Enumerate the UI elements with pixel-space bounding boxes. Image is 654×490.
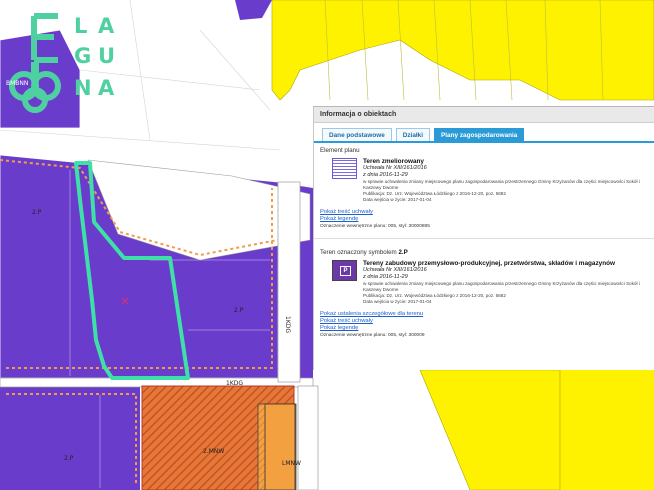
- service-label: LMNW: [282, 460, 301, 467]
- logo-letter-u: U: [98, 44, 116, 68]
- link-show-resolution-1[interactable]: Pokaż treść uchwały: [320, 209, 648, 216]
- swatch-letter: P: [340, 266, 351, 276]
- link-show-resolution-2[interactable]: Pokaż treść uchwały: [320, 318, 648, 325]
- resolution-description-1: w sprawie uchwalenia zmiany miejscowego …: [363, 179, 640, 190]
- resolution-description-2: w sprawie uchwalenia zmiany miejscowego …: [363, 281, 640, 292]
- logo-caption: BMBNN: [6, 80, 29, 87]
- zone-entry: P Tereny zabudowy przemysłowo-produkcyjn…: [320, 260, 648, 305]
- link-show-legend-2[interactable]: Pokaż legendę: [320, 325, 648, 332]
- road-label-h: 1KDG: [226, 380, 243, 387]
- service-building: [264, 403, 296, 490]
- resolution-number-1: Uchwała Nr XIII/161/2016: [363, 165, 427, 171]
- tab-plots[interactable]: Działki: [395, 128, 430, 141]
- resolution-date-1: z dnia 2016-11-29: [363, 172, 408, 178]
- drained-land-swatch-icon: [332, 158, 357, 179]
- plan-designation-2: Oznaczenie wewnętrzne planu: 005, styl: …: [320, 333, 425, 338]
- zone-label-mixed: 2.MNW: [203, 448, 224, 455]
- zone-heading-prefix: Teren oznaczony symbolem: [320, 249, 397, 256]
- industrial-zone-swatch-icon: P: [332, 260, 357, 281]
- road-label-v: 1KDG: [284, 316, 291, 333]
- zone-label-1: 2.P: [32, 209, 42, 216]
- resolution-number-2: Uchwała Nr XIII/161/2016: [363, 267, 427, 273]
- plan-designation-1: Oznaczenie wewnętrzne planu: 005, styl: …: [320, 224, 430, 229]
- tab-zoning-plans[interactable]: Plany zagospodarowania: [434, 128, 525, 141]
- zone-label-3: 2.P: [64, 455, 74, 462]
- resolution-date-2: z dnia 2016-11-29: [363, 274, 408, 280]
- road-vertical-south: [297, 385, 319, 490]
- link-show-detailed-rules[interactable]: Pokaż ustalenia szczegółowe dla terenu: [320, 311, 648, 318]
- panel-title: Informacja o obiektach: [314, 107, 654, 123]
- entry-title-2: Tereny zabudowy przemysłowo-produkcyjnej…: [363, 260, 616, 267]
- entry-title-1: Teren zmeliorowany: [363, 158, 424, 165]
- tab-basic-data[interactable]: Dane podstawowe: [322, 128, 392, 141]
- industrial-zone-bottom-left: [0, 386, 140, 490]
- agricultural-area-east: [560, 370, 654, 490]
- logo-letter-a: A: [98, 14, 115, 38]
- section-heading-zone: Teren oznaczony symbolem 2.P: [320, 249, 648, 256]
- object-info-panel: Informacja o obiektach Dane podstawowe D…: [313, 106, 654, 370]
- zone-label-2: 2.P: [234, 307, 244, 314]
- effective-date-1: Data wejścia w życie: 2017-01-04: [363, 197, 432, 202]
- logo-letter-g: G: [74, 44, 92, 68]
- effective-date-2: Data wejścia w życie: 2017-01-04: [363, 299, 432, 304]
- logo-letter-n: N: [74, 76, 92, 100]
- panel-body: Element planu Teren zmeliorowany Uchwała…: [314, 143, 654, 343]
- link-show-legend-1[interactable]: Pokaż legendę: [320, 216, 648, 223]
- panel-tabs: Dane podstawowe Działki Plany zagospodar…: [314, 123, 654, 143]
- laguna-logo: L A G U N A BMBNN: [0, 0, 130, 115]
- section-divider: [314, 238, 654, 239]
- road-vertical: [277, 181, 301, 383]
- section-heading-plan-element: Element planu: [320, 147, 360, 154]
- logo-letter-a2: A: [98, 76, 115, 100]
- zone-heading-symbol: 2.P: [398, 249, 408, 256]
- logo-letter-l: L: [74, 14, 88, 38]
- plan-element-entry: Teren zmeliorowany Uchwała Nr XIII/161/2…: [320, 158, 648, 203]
